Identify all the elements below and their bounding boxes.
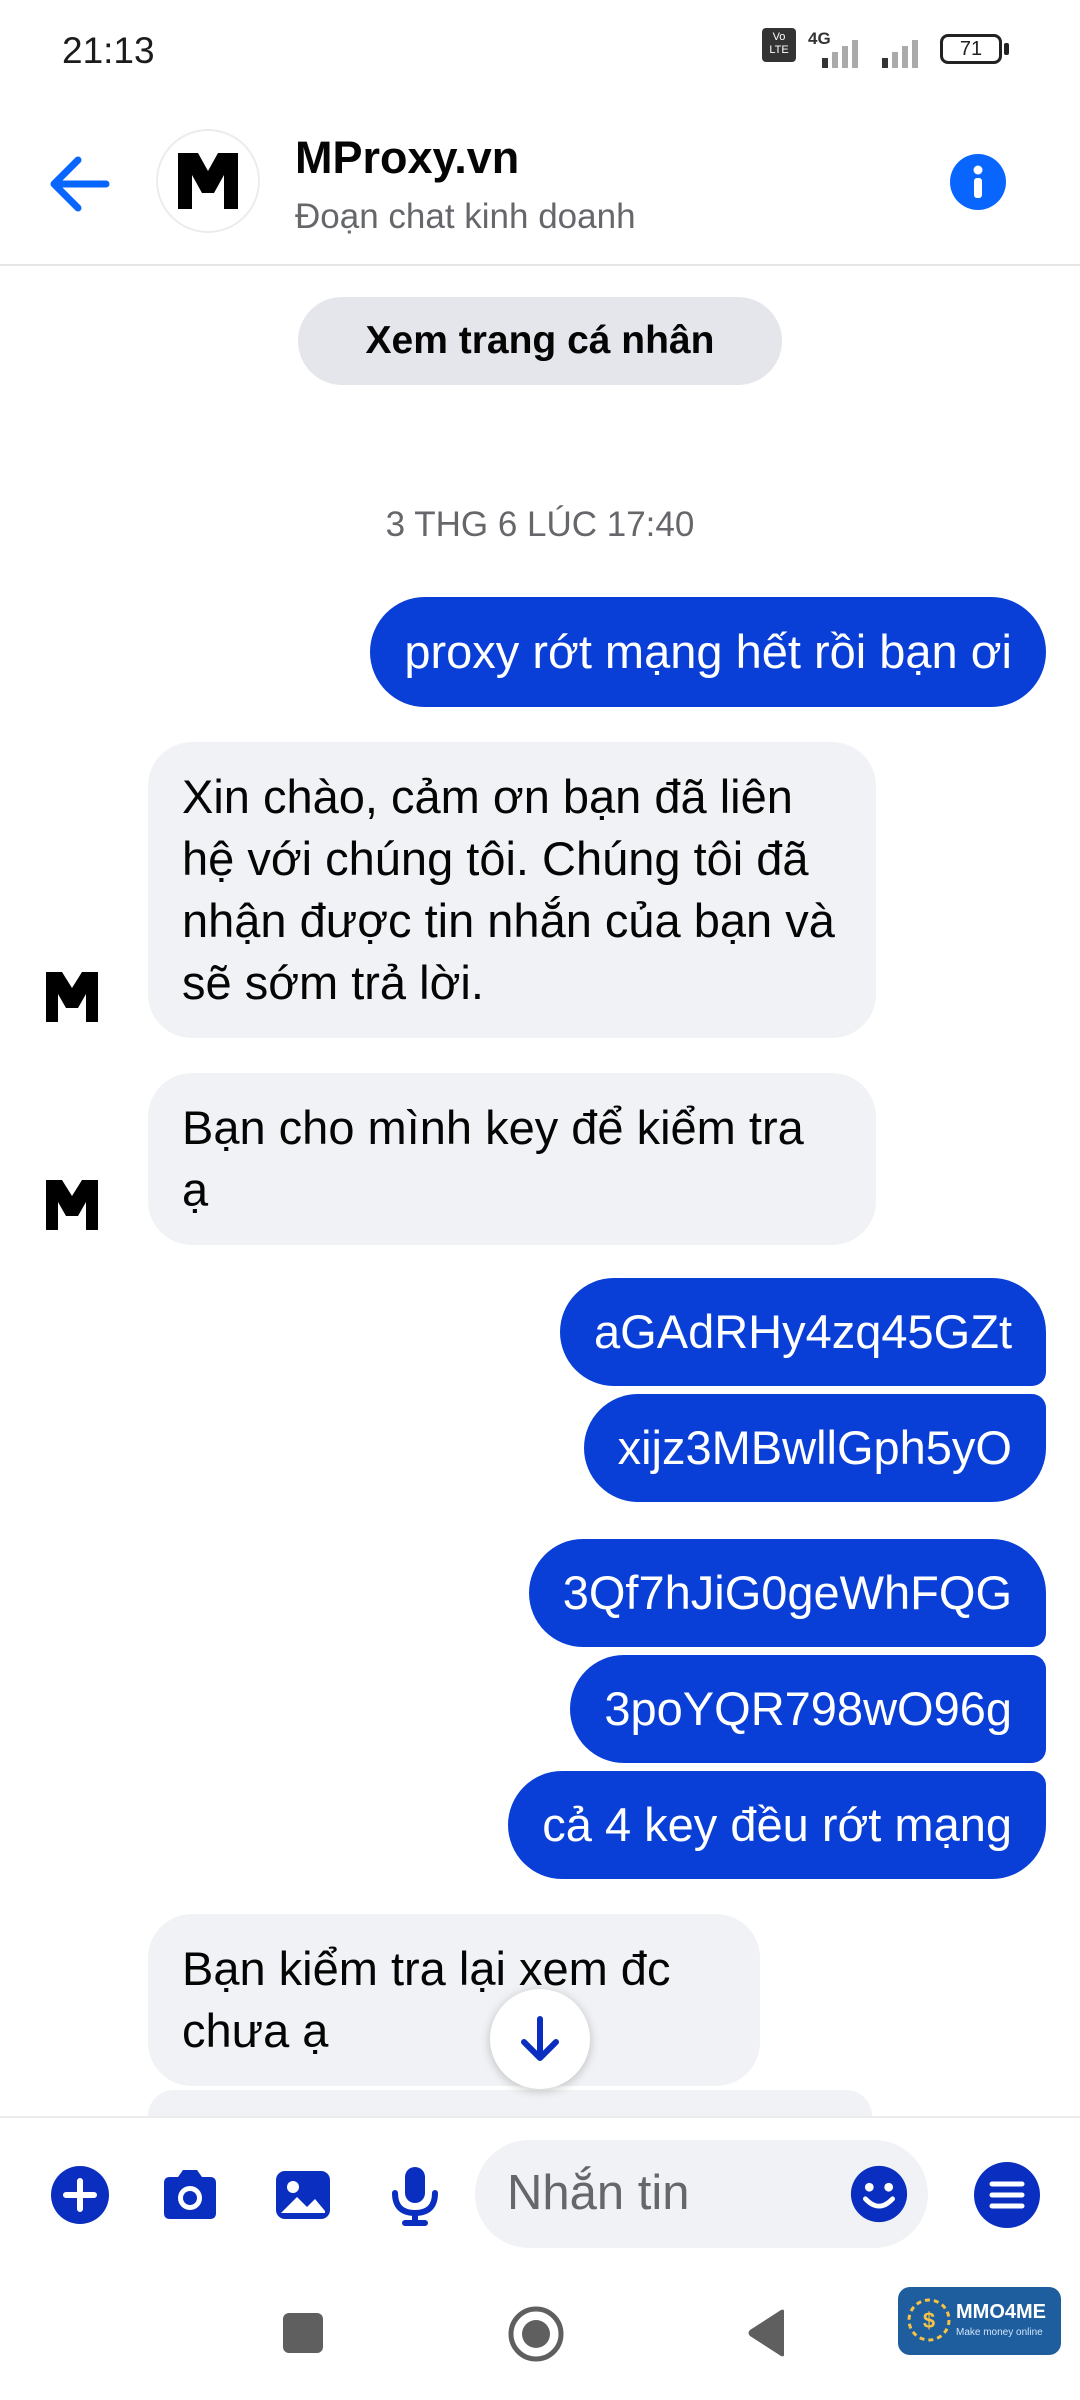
svg-text:$: $ [923, 2308, 935, 2333]
page-subtitle: Đoạn chat kinh doanh [295, 197, 636, 236]
home-button[interactable] [507, 2305, 565, 2363]
battery-tip [1004, 43, 1009, 55]
camera-icon[interactable] [158, 2163, 222, 2227]
outgoing-message[interactable]: proxy rớt mạng hết rồi bạn ơi [370, 597, 1046, 707]
signal-icon [822, 40, 858, 68]
signal-icon-2 [882, 40, 918, 68]
dollar-coin-icon: $ [907, 2298, 951, 2342]
volte-label: Vo LTE [769, 31, 789, 56]
outgoing-message[interactable]: 3Qf7hJiG0geWhFQG [528, 1539, 1046, 1647]
incoming-message[interactable]: Bạn cho mình key để kiểm tra ạ [148, 1073, 876, 1245]
emoji-icon[interactable] [848, 2163, 910, 2225]
incoming-message-partial [148, 2090, 872, 2116]
info-icon [973, 165, 983, 198]
outgoing-message[interactable]: aGAdRHy4zq45GZt [560, 1278, 1046, 1386]
image-icon[interactable] [271, 2163, 335, 2227]
message-input-placeholder[interactable]: Nhắn tin [507, 2165, 690, 2221]
outgoing-message[interactable]: 3poYQR798wO96g [570, 1655, 1046, 1763]
info-button[interactable] [950, 154, 1006, 210]
arrow-down-icon [521, 2016, 559, 2061]
scroll-to-bottom-button[interactable] [490, 1989, 590, 2089]
outgoing-message[interactable]: cả 4 key đều rớt mạng [508, 1771, 1046, 1879]
menu-icon[interactable] [972, 2160, 1042, 2230]
view-profile-button[interactable]: Xem trang cá nhân [298, 297, 782, 385]
page-avatar-small[interactable] [40, 964, 104, 1028]
back-nav-button[interactable] [744, 2307, 790, 2359]
page-avatar-small[interactable] [40, 1172, 104, 1236]
watermark-tagline: Make money online [956, 2327, 1043, 2338]
plus-icon[interactable] [48, 2163, 112, 2227]
watermark-brand: MMO4ME [956, 2301, 1046, 2323]
mmo4me-watermark: $ MMO4ME Make money online [898, 2287, 1061, 2355]
battery-icon: 71 [940, 34, 1002, 64]
back-arrow-icon[interactable] [40, 148, 120, 220]
status-bar: 21:13 Vo LTE 4G 71 [0, 0, 1080, 100]
incoming-message[interactable]: Xin chào, cảm ơn bạn đã liên hệ với chún… [148, 742, 876, 1038]
recents-button[interactable] [283, 2313, 323, 2353]
page-avatar[interactable] [158, 131, 258, 231]
mproxy-logo-icon [178, 153, 238, 209]
incoming-message[interactable]: Bạn kiểm tra lại xem đc chưa ạ [148, 1914, 760, 2086]
page-title[interactable]: MProxy.vn [295, 132, 519, 184]
microphone-icon[interactable] [383, 2163, 447, 2227]
message-timestamp: 3 THG 6 LÚC 17:40 [385, 505, 695, 544]
status-time: 21:13 [62, 30, 155, 71]
outgoing-message[interactable]: xijz3MBwllGph5yO [583, 1394, 1046, 1502]
